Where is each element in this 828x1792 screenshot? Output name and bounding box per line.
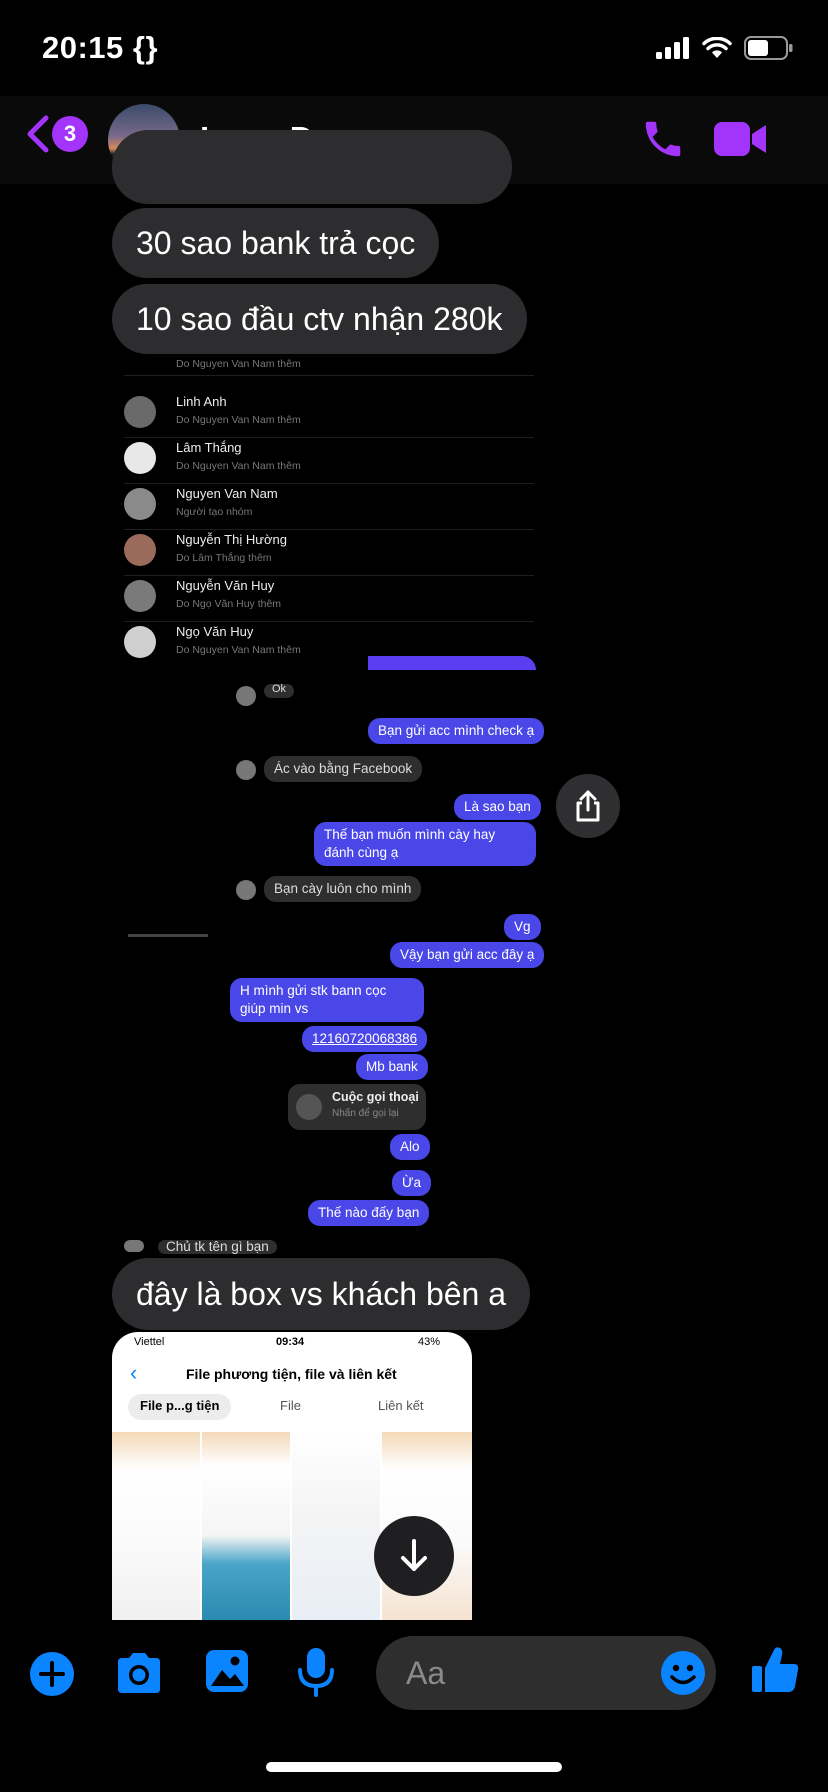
- microphone-icon: [298, 1648, 334, 1697]
- message-bubble[interactable]: 10 sao đầu ctv nhận 280k: [112, 284, 527, 354]
- emoji-icon: [661, 1651, 705, 1695]
- scroll-to-bottom-button[interactable]: [374, 1516, 454, 1596]
- mini-status-bar: Viettel 09:34 43%: [134, 1336, 441, 1348]
- voice-message-button[interactable]: [296, 1646, 336, 1703]
- chat-bubble-out: Vg: [504, 914, 541, 940]
- media-thumbnail: [202, 1432, 290, 1620]
- member-row: Lâm Thắng Do Nguyen Van Nam thêm: [124, 438, 534, 484]
- signal-icon: [656, 37, 689, 59]
- member-row-partial: Do Nguyen Van Nam thêm: [124, 358, 534, 376]
- avatar: [236, 760, 256, 780]
- like-button[interactable]: [750, 1644, 802, 1701]
- avatar: [124, 1240, 144, 1252]
- media-tab: File: [280, 1398, 301, 1413]
- emoji-button[interactable]: [660, 1650, 706, 1701]
- avatar: [124, 442, 156, 474]
- member-row: Nguyen Van Nam Người tạo nhóm: [124, 484, 534, 530]
- message-input[interactable]: [406, 1636, 646, 1710]
- media-thumbnail: [112, 1432, 200, 1620]
- image-icon: [206, 1650, 248, 1692]
- avatar: [124, 534, 156, 566]
- chat-bubble-in: Chủ tk tên gì bạn: [158, 1240, 277, 1254]
- back-button[interactable]: 3: [24, 114, 88, 154]
- unread-badge: 3: [52, 116, 88, 152]
- video-camera-icon: [714, 122, 766, 156]
- chat-bubble-out: 12160720068386: [302, 1026, 428, 1052]
- gallery-button[interactable]: [204, 1648, 250, 1699]
- chevron-left-icon: [27, 115, 49, 153]
- chat-bubble-out: Alo: [390, 1134, 430, 1160]
- more-actions-button[interactable]: [28, 1650, 76, 1703]
- message-input-field[interactable]: [376, 1636, 716, 1710]
- status-icons: [656, 36, 794, 60]
- status-time: 20:15 {}: [42, 30, 159, 65]
- member-row: Linh Anh Do Nguyen Van Nam thêm: [124, 392, 534, 438]
- call-card: Cuộc gọi thoại Nhấn để gọi lại: [288, 1084, 426, 1130]
- video-call-button[interactable]: [714, 120, 768, 163]
- share-button[interactable]: [556, 774, 620, 838]
- media-tab: File p...g tiện: [128, 1394, 232, 1420]
- media-thumbnail: [292, 1432, 380, 1620]
- chat-bubble-out: Ừa: [392, 1170, 432, 1196]
- chat-bubble-out: Thế bạn muốn mình cày hay đánh cùng ạ: [314, 822, 536, 866]
- chat-bubble-in: Ok: [264, 684, 295, 698]
- chat-bubble-out: Bạn gửi acc mình check ạ: [368, 718, 545, 744]
- message-bubble[interactable]: đây là box vs khách bên a: [112, 1258, 531, 1330]
- shared-screenshot[interactable]: Do Nguyen Van Nam thêm Linh Anh Do Nguye…: [112, 358, 632, 1130]
- camera-icon: [118, 1653, 160, 1693]
- chat-bubble-in: Bạn cày luôn cho mình: [264, 876, 422, 902]
- avatar: [124, 580, 156, 612]
- chat-bubble-out: Mb bank: [356, 1054, 428, 1080]
- message-bubble-partial: [112, 130, 512, 204]
- message-bubble[interactable]: 30 sao bank trả cọc: [112, 208, 440, 278]
- camera-button[interactable]: [114, 1650, 164, 1701]
- status-bar: 20:15 {}: [0, 0, 828, 96]
- avatar: [236, 880, 256, 900]
- member-row: Nguyễn Thị Hường Do Lâm Thắng thêm: [124, 530, 534, 576]
- phone-icon: [645, 121, 681, 157]
- divider-fragment: [128, 934, 208, 937]
- avatar: [236, 686, 256, 706]
- phone-icon: [296, 1094, 322, 1120]
- plus-icon: [30, 1652, 74, 1696]
- wifi-icon: [702, 37, 732, 58]
- member-row: Nguyễn Văn Huy Do Ngọ Văn Huy thêm: [124, 576, 534, 622]
- chat-bubble-out: Thế nào đấy bạn: [308, 1200, 430, 1226]
- chat-bubble-out: Là sao bạn: [454, 794, 541, 820]
- battery-icon: [744, 36, 793, 60]
- arrow-down-icon: [401, 1539, 427, 1571]
- home-indicator[interactable]: [266, 1762, 562, 1772]
- share-icon: [576, 790, 600, 822]
- media-title: File phương tiện, file và liên kết: [186, 1366, 397, 1382]
- thumbs-up-icon: [752, 1647, 799, 1692]
- avatar: [124, 626, 156, 658]
- bubble-fragment: [368, 656, 536, 670]
- avatar: [124, 488, 156, 520]
- avatar: [124, 396, 156, 428]
- chevron-left-icon: ‹: [130, 1360, 138, 1385]
- chat-bubble-out: H mình gửi stk bann cọc giúp min vs: [230, 978, 424, 1022]
- chat-bubble-in: Ác vào bằng Facebook: [264, 756, 423, 782]
- voice-call-button[interactable]: [640, 116, 686, 167]
- media-tab: Liên kết: [378, 1398, 424, 1413]
- chat-bubble-out: Vậy bạn gửi acc đây ạ: [390, 942, 545, 968]
